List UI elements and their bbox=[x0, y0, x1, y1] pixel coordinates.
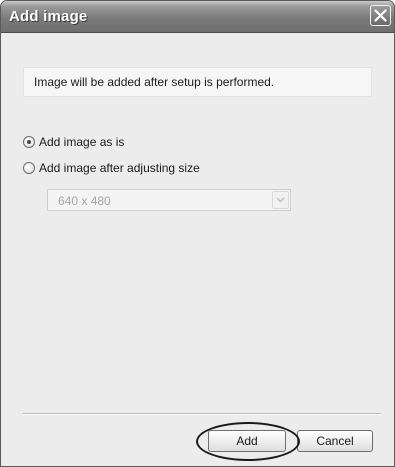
title-bar[interactable]: Add image bbox=[1, 1, 394, 33]
close-icon bbox=[374, 9, 387, 22]
option-add-as-is[interactable]: Add image as is bbox=[23, 134, 124, 150]
chevron-down-icon bbox=[276, 197, 285, 203]
add-image-dialog: Add image Image will be added after setu… bbox=[0, 0, 395, 467]
dialog-title: Add image bbox=[9, 8, 88, 25]
radio-add-adjusted[interactable] bbox=[23, 162, 35, 174]
cancel-button[interactable]: Cancel bbox=[297, 430, 373, 452]
info-panel: Image will be added after setup is perfo… bbox=[23, 67, 372, 97]
size-select[interactable]: 640 x 480 bbox=[47, 189, 291, 211]
close-button[interactable] bbox=[370, 5, 391, 26]
option-add-adjusted[interactable]: Add image after adjusting size bbox=[23, 160, 200, 176]
add-button[interactable]: Add bbox=[208, 430, 286, 452]
size-select-value: 640 x 480 bbox=[58, 194, 111, 208]
footer-separator bbox=[23, 413, 381, 415]
radio-add-as-is[interactable] bbox=[23, 136, 35, 148]
size-select-dropdown-button[interactable] bbox=[272, 191, 289, 209]
radio-add-as-is-label[interactable]: Add image as is bbox=[39, 135, 124, 149]
info-message: Image will be added after setup is perfo… bbox=[34, 75, 275, 89]
radio-add-adjusted-label[interactable]: Add image after adjusting size bbox=[39, 161, 200, 175]
